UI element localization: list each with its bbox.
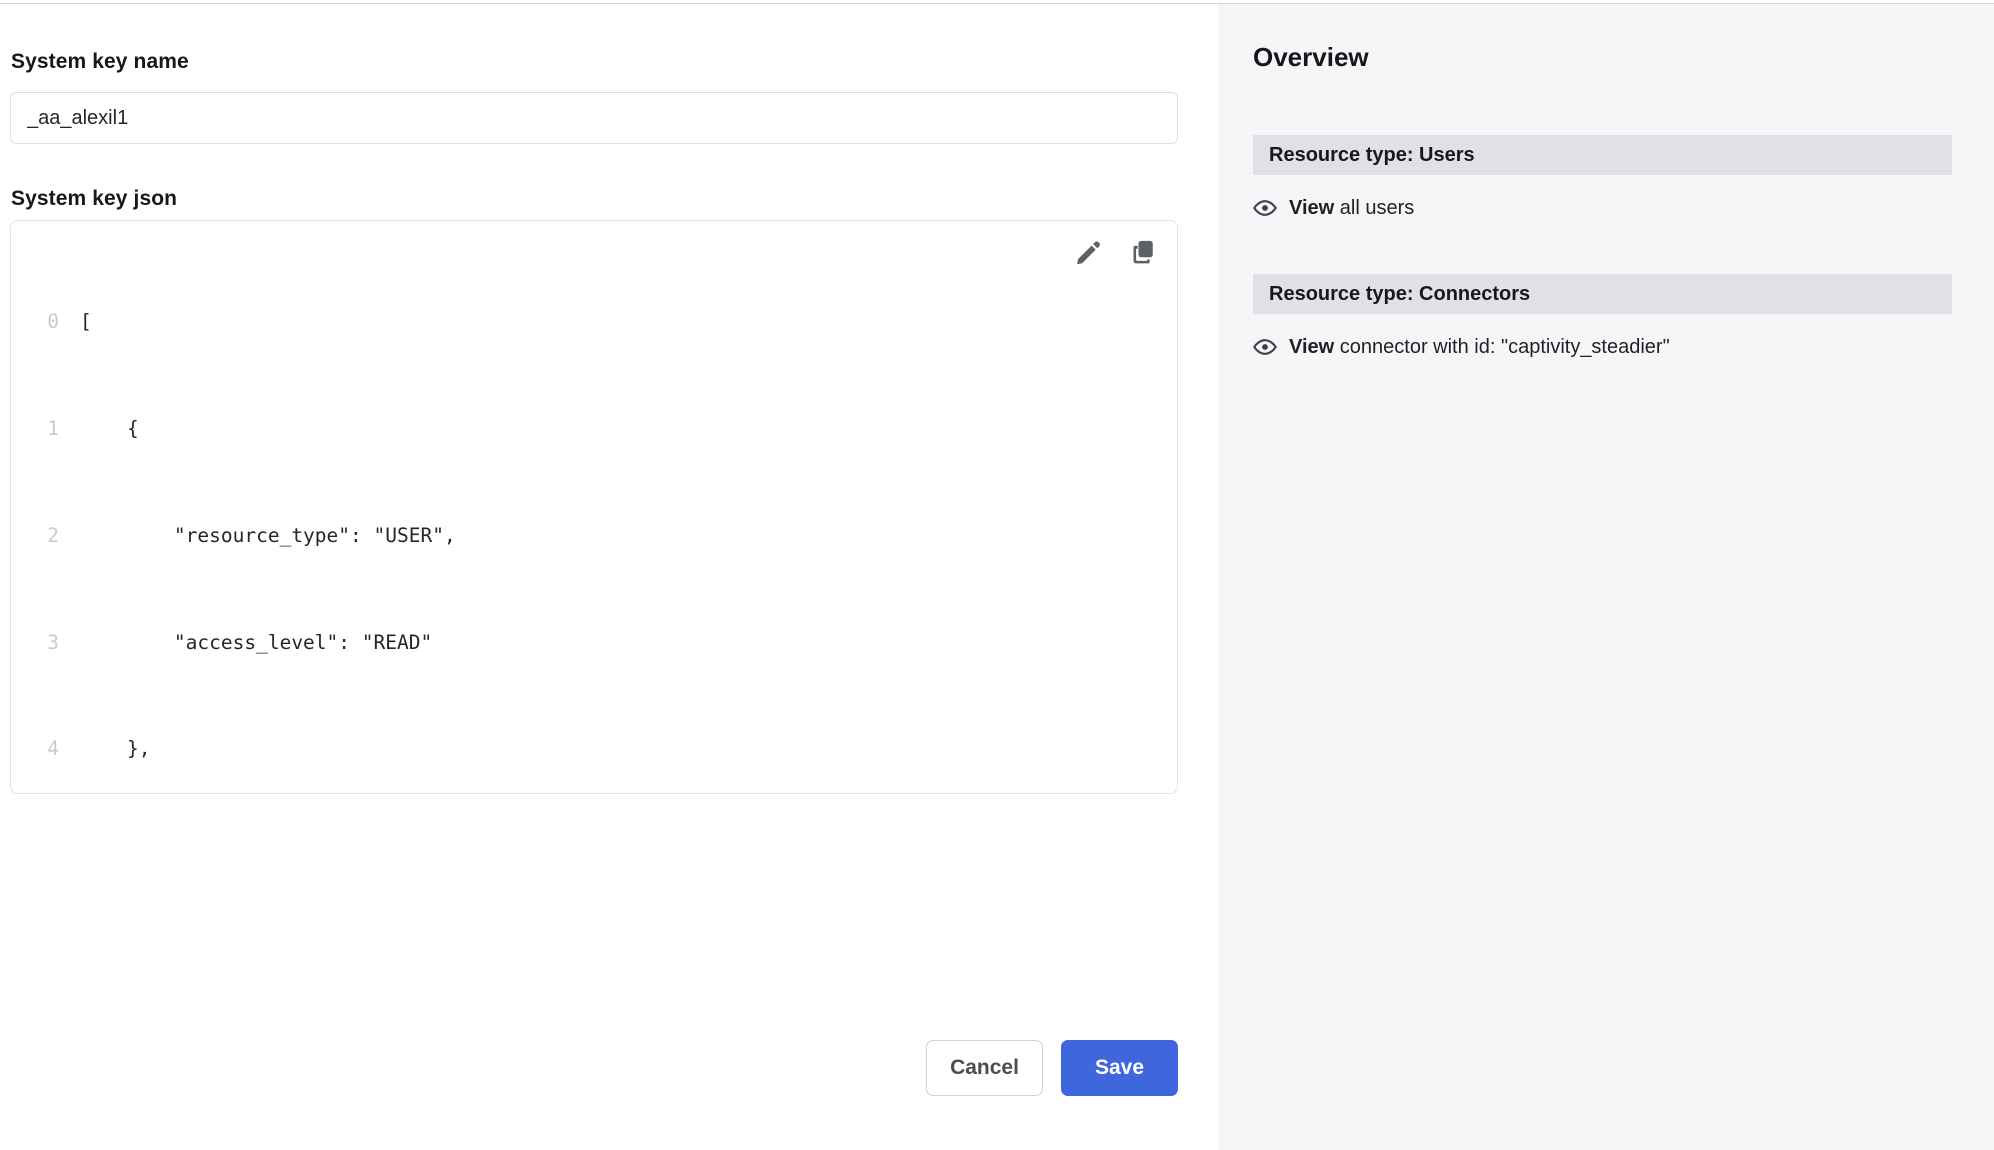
code-line: 4 }, xyxy=(11,731,1177,767)
view-link-strong: View xyxy=(1289,196,1335,219)
form-footer-actions: Cancel Save xyxy=(0,1040,1178,1096)
resource-block-connectors: Resource type: Connectors View connector… xyxy=(1253,274,1952,359)
line-number: 3 xyxy=(47,630,59,654)
resource-type-header: Resource type: Users xyxy=(1253,135,1952,175)
view-link-rest: all users xyxy=(1334,196,1415,219)
system-key-json-label: System key json xyxy=(11,187,178,210)
code-line: 2 "resource_type": "USER", xyxy=(11,518,1177,554)
system-key-name-input[interactable] xyxy=(10,92,1178,144)
line-content: { xyxy=(80,416,139,440)
view-link-strong: View xyxy=(1289,335,1335,358)
resource-block-users: Resource type: Users View all users xyxy=(1253,135,1952,220)
save-button[interactable]: Save xyxy=(1061,1040,1178,1096)
view-connector-link[interactable]: View connector with id: "captivity_stead… xyxy=(1253,335,1952,359)
editor-toolbar xyxy=(1073,237,1159,267)
copy-icon[interactable] xyxy=(1129,237,1159,267)
overview-title: Overview xyxy=(1253,42,1369,72)
line-content: "access_level": "READ" xyxy=(80,630,433,654)
resource-type-header: Resource type: Connectors xyxy=(1253,274,1952,314)
line-number: 4 xyxy=(47,737,59,761)
eye-icon xyxy=(1253,335,1277,359)
code-line: 3 "access_level": "READ" xyxy=(11,625,1177,661)
view-all-users-link[interactable]: View all users xyxy=(1253,196,1952,220)
pencil-icon[interactable] xyxy=(1073,237,1103,267)
view-link-rest: connector with id: "captivity_steadier" xyxy=(1334,335,1670,358)
line-content: [ xyxy=(80,310,92,334)
code-line: 0 [ xyxy=(11,304,1177,340)
system-key-json-editor[interactable]: 0 [ 1 { 2 "resource_type": "USER", 3 "ac… xyxy=(10,220,1178,794)
system-key-name-label: System key name xyxy=(11,50,189,73)
eye-icon xyxy=(1253,196,1277,220)
cancel-button[interactable]: Cancel xyxy=(926,1040,1043,1096)
code-line: 1 { xyxy=(11,411,1177,447)
system-key-form-pane: System key name System key json xyxy=(0,4,1218,1150)
json-code-area[interactable]: 0 [ 1 { 2 "resource_type": "USER", 3 "ac… xyxy=(11,233,1177,793)
line-content: }, xyxy=(80,737,151,761)
overview-pane: Overview Resource type: Users View all u… xyxy=(1218,4,1994,1150)
view-link-text: View connector with id: "captivity_stead… xyxy=(1289,336,1670,359)
line-number: 1 xyxy=(47,416,59,440)
view-link-text: View all users xyxy=(1289,197,1414,220)
line-number: 2 xyxy=(47,523,59,547)
page-root: System key name System key json xyxy=(0,4,1994,1150)
line-content: "resource_type": "USER", xyxy=(80,523,456,547)
line-number: 0 xyxy=(47,310,59,334)
